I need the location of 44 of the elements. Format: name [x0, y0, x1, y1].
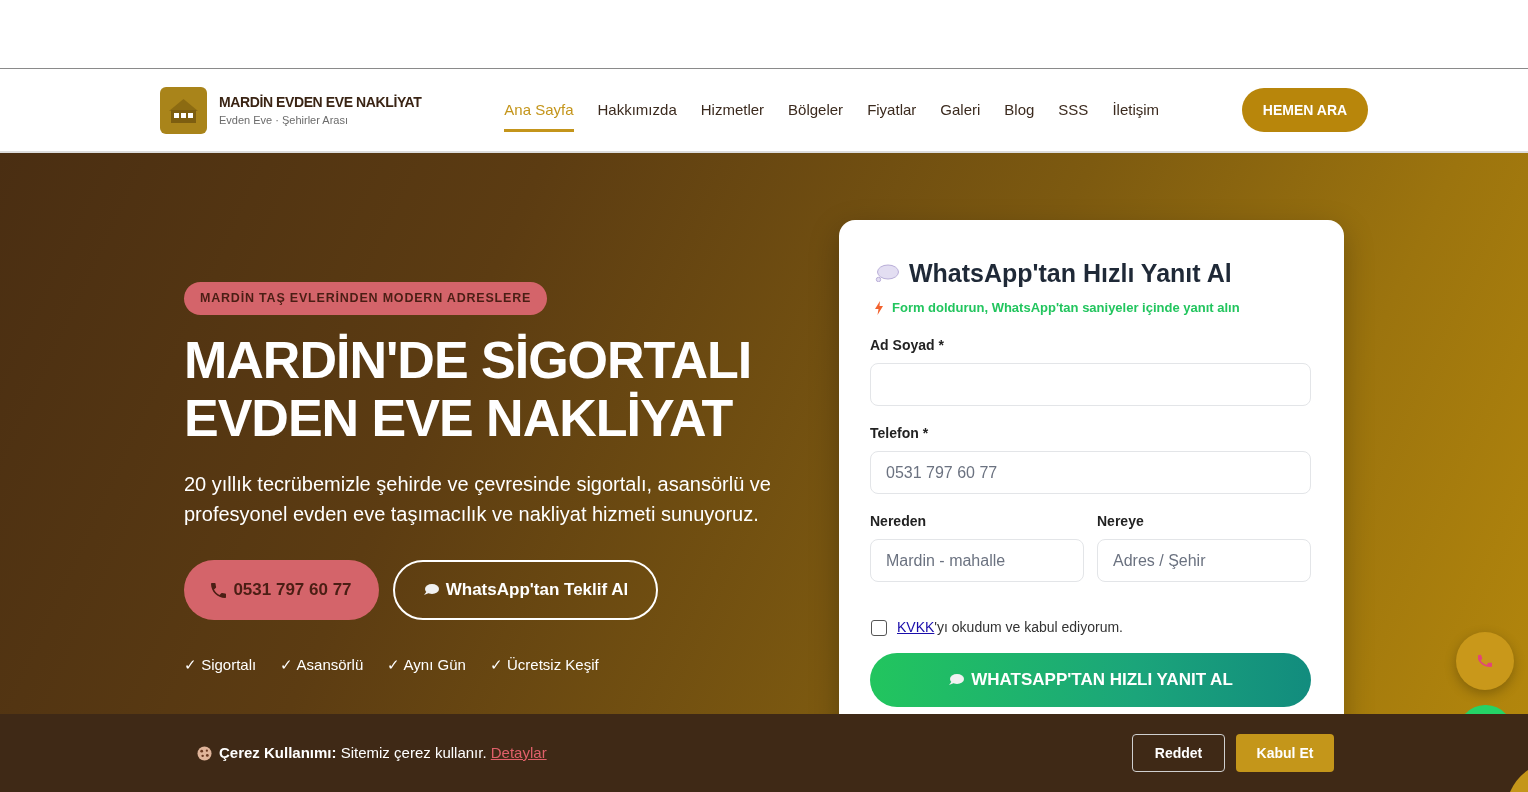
form-subtitle: Form doldurun, WhatsApp'tan saniyeler içinde yanıt alın [892, 299, 1240, 317]
field-label: Telefon * [870, 424, 930, 442]
details-link[interactable]: Detaylar [490, 744, 547, 761]
nav-link[interactable]: Fiyatlar [867, 88, 917, 132]
feature-item: ✓ Sigortalı [184, 655, 257, 675]
whatsapp-quote-button[interactable]: WhatsApp'tan Teklif Al [393, 560, 658, 620]
feature-item: ✓ Ücretsiz Keşif [489, 655, 599, 675]
form-title: WhatsApp'tan Hızlı Yanıt Al [909, 258, 1232, 289]
consent-text: KVKK'yı okudum ve kabul ediyorum. [897, 618, 1123, 637]
hero-title: MARDİN'DE SİGORTALI EVDEN EVE NAKLİYAT [184, 331, 753, 447]
nav-link[interactable]: Hizmetler [700, 88, 765, 132]
feature-item: ✓ Asansörlü [280, 655, 364, 675]
speech-bubble-icon [875, 264, 899, 282]
nav-link[interactable]: Galeri [940, 88, 981, 132]
hero-badge: MARDİN TAŞ EVLERİNDEN MODERN ADRESLERE [184, 282, 548, 315]
nav-link[interactable]: SSS [1058, 88, 1089, 132]
kvkk-link[interactable]: KVKK [897, 619, 935, 635]
input-field[interactable]: 0531 797 60 77 [870, 451, 1311, 494]
phone-icon [211, 582, 227, 598]
speech-bubble-icon [422, 584, 439, 596]
phone-call-button[interactable]: 0531 797 60 77 [184, 560, 379, 620]
field-label: Nereye [1097, 512, 1145, 530]
lightning-icon [875, 301, 883, 315]
hero-description: 20 yıllık tecrübemizle şehirde ve çevresinde sigortalı, asansörlü ve profesyonel evden eve taşımacılık ve nakliyat hizmeti sunuyoruz. [184, 472, 772, 527]
nav-link[interactable]: Blog [1004, 88, 1035, 132]
input-field[interactable]: Mardin - mahalle [870, 539, 1084, 582]
brand-tagline: Evden Eve · Şehirler Arası [219, 113, 349, 127]
nav-link[interactable]: İletişim [1112, 88, 1160, 132]
brand-name: MARDİN EVDEN EVE NAKLİYAT [219, 93, 422, 111]
phone-icon [1478, 654, 1492, 668]
field-label: Ad Soyad * [870, 336, 945, 354]
feature-item: ✓ Aynı Gün [387, 655, 466, 675]
nav-link[interactable]: Bölgeler [788, 88, 844, 132]
floating-button[interactable] [1510, 770, 1528, 792]
input-field[interactable]: Adres / Şehir [1097, 539, 1311, 582]
nav-link[interactable]: Hakkımızda [597, 88, 677, 132]
field-label: Nereden [870, 512, 928, 530]
reject-button[interactable]: Reddet [1132, 734, 1225, 772]
speech-bubble-icon [948, 674, 965, 686]
consent-checkbox[interactable] [871, 620, 887, 636]
input-field[interactable] [870, 363, 1311, 406]
cookie-notice: Çerez Kullanımı: Sitemiz çerez kullanır. Detaylar [219, 743, 547, 763]
cookie-icon [197, 745, 212, 761]
house-logo-icon[interactable] [160, 86, 207, 134]
